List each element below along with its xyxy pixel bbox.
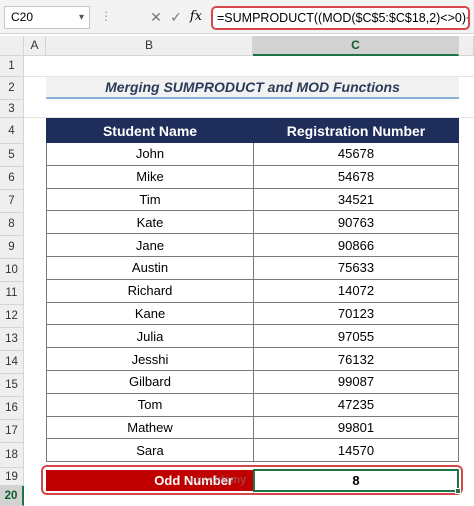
table-row: Jesshi 76132: [46, 347, 459, 371]
table-row: Austin 75633: [46, 255, 459, 280]
registration-number-cell[interactable]: 90763: [253, 210, 459, 235]
row-header-2[interactable]: 2: [0, 77, 24, 100]
column-header-b[interactable]: B: [46, 36, 253, 56]
student-name-cell[interactable]: Richard: [46, 278, 254, 303]
table-row: John 45678: [46, 142, 459, 166]
row-header-4[interactable]: 4: [0, 118, 24, 144]
registration-number-cell[interactable]: 34521: [253, 187, 459, 212]
registration-number-cell[interactable]: 54678: [253, 164, 459, 189]
registration-number-cell[interactable]: 75633: [253, 255, 459, 280]
table-row: Sara 14570: [46, 438, 459, 463]
student-name-cell[interactable]: John: [46, 142, 254, 166]
student-name-cell[interactable]: Jane: [46, 233, 254, 257]
grid-row: [24, 56, 474, 77]
registration-number-cell[interactable]: 70123: [253, 301, 459, 326]
row-header-15[interactable]: 15: [0, 374, 24, 397]
registration-number-cell[interactable]: 99087: [253, 369, 459, 394]
student-name-cell[interactable]: Sara: [46, 438, 254, 463]
row-header-6[interactable]: 6: [0, 167, 24, 190]
row-header-5[interactable]: 5: [0, 144, 24, 167]
registration-number-cell[interactable]: 99801: [253, 415, 459, 440]
student-name-cell[interactable]: Jesshi: [46, 347, 254, 371]
row-header-8[interactable]: 8: [0, 213, 24, 236]
enter-icon[interactable]: ✓: [166, 7, 186, 27]
row-header-13[interactable]: 13: [0, 328, 24, 351]
table-row: Kane 70123: [46, 301, 459, 326]
row-header-20[interactable]: 20: [0, 486, 24, 506]
cancel-icon[interactable]: ✕: [146, 7, 166, 27]
table-row: Mathew 99801: [46, 415, 459, 440]
row-header-16[interactable]: 16: [0, 397, 24, 420]
name-box[interactable]: C20 ▾: [4, 6, 90, 29]
watermark-logo: exceldemy: [190, 474, 247, 486]
table-row: Gilbard 99087: [46, 369, 459, 394]
registration-number-cell[interactable]: 14570: [253, 438, 459, 463]
table-row: Tim 34521: [46, 187, 459, 212]
table-row: Richard 14072: [46, 278, 459, 303]
registration-number-cell[interactable]: 90866: [253, 233, 459, 257]
student-name-cell[interactable]: Tom: [46, 392, 254, 417]
student-name-cell[interactable]: Mathew: [46, 415, 254, 440]
student-name-cell[interactable]: Gilbard: [46, 369, 254, 394]
student-name-cell[interactable]: Tim: [46, 187, 254, 212]
table-row: Mike 54678: [46, 164, 459, 189]
column-header-registration-number[interactable]: Registration Number: [253, 118, 459, 143]
chevron-down-icon[interactable]: ▾: [79, 7, 84, 28]
row-header-18[interactable]: 18: [0, 443, 24, 468]
row-header-3[interactable]: 3: [0, 100, 24, 118]
table-row: Julia 97055: [46, 324, 459, 349]
row-header-9[interactable]: 9: [0, 236, 24, 259]
student-name-cell[interactable]: Julia: [46, 324, 254, 349]
table-header-row: Student Name Registration Number: [46, 118, 459, 143]
row-header-11[interactable]: 11: [0, 282, 24, 305]
column-header-c[interactable]: C: [253, 36, 459, 56]
student-name-cell[interactable]: Mike: [46, 164, 254, 189]
row-header-1[interactable]: 1: [0, 56, 24, 77]
grid-row: [24, 100, 474, 118]
registration-number-cell[interactable]: 47235: [253, 392, 459, 417]
row-header-7[interactable]: 7: [0, 190, 24, 213]
registration-number-cell[interactable]: 76132: [253, 347, 459, 371]
row-header-19[interactable]: 19: [0, 468, 24, 486]
row-header-12[interactable]: 12: [0, 305, 24, 328]
student-name-cell[interactable]: Kate: [46, 210, 254, 235]
table-row: Tom 47235: [46, 392, 459, 417]
student-name-cell[interactable]: Austin: [46, 255, 254, 280]
sheet-title[interactable]: Merging SUMPRODUCT and MOD Functions: [46, 77, 459, 99]
formula-bar-grip-icon: ⋮: [100, 9, 112, 23]
select-all-corner[interactable]: [0, 36, 24, 56]
registration-number-cell[interactable]: 14072: [253, 278, 459, 303]
fill-handle[interactable]: [455, 488, 461, 494]
name-box-value: C20: [11, 10, 34, 24]
registration-number-cell[interactable]: 45678: [253, 142, 459, 166]
table-row: Kate 90763: [46, 210, 459, 235]
row-header-10[interactable]: 10: [0, 259, 24, 282]
column-header-a[interactable]: A: [24, 36, 46, 56]
row-header-14[interactable]: 14: [0, 351, 24, 374]
student-name-cell[interactable]: Kane: [46, 301, 254, 326]
table-row: Jane 90866: [46, 233, 459, 257]
row-header-17[interactable]: 17: [0, 420, 24, 443]
column-header-student-name[interactable]: Student Name: [46, 118, 254, 143]
odd-number-result-cell[interactable]: 8: [253, 469, 459, 492]
formula-input[interactable]: =SUMPRODUCT((MOD($C$5:$C$18,2)<>0)+0): [211, 6, 470, 30]
column-header-d[interactable]: [459, 36, 474, 56]
insert-function-icon[interactable]: fx: [186, 7, 206, 27]
data-table: Student Name Registration Number John 456…: [46, 118, 459, 463]
formula-bar: C20 ▾ ⋮ ✕ ✓ fx =SUMPRODUCT((MOD($C$5:$C$…: [0, 0, 474, 34]
registration-number-cell[interactable]: 97055: [253, 324, 459, 349]
